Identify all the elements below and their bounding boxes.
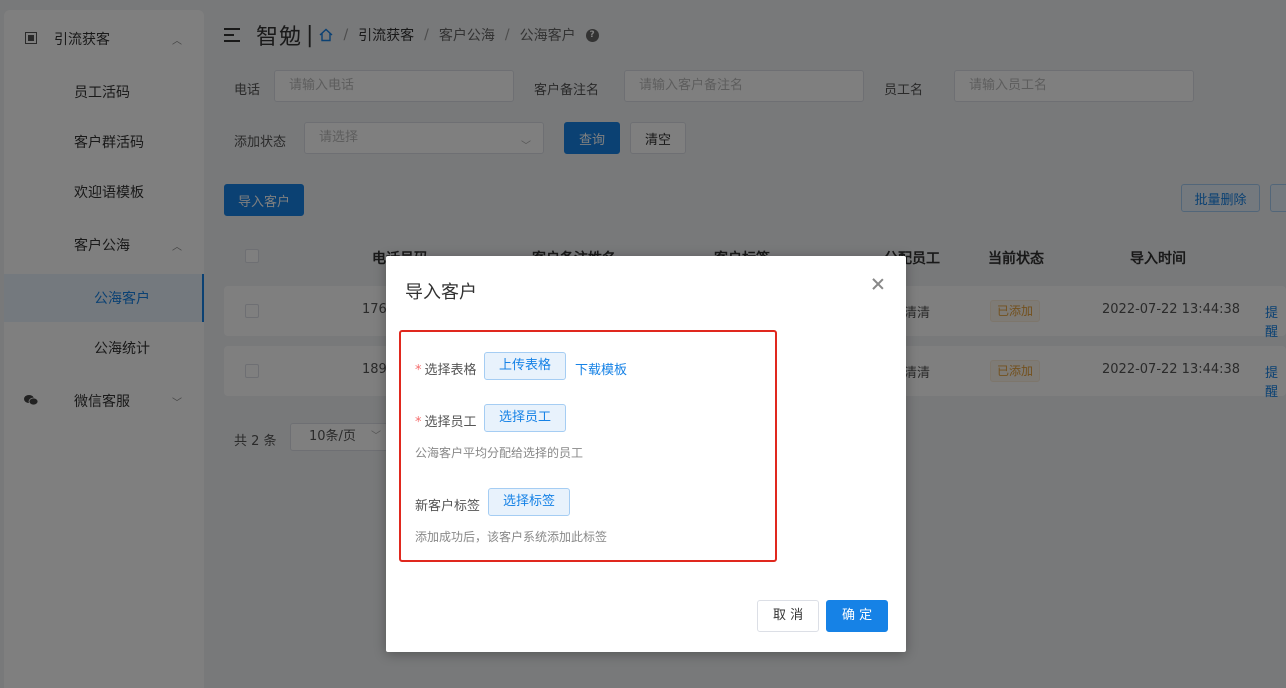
tag-hint: 添加成功后，该客户系统添加此标签 (415, 530, 608, 544)
select-sheet-label: * 选择表格 (415, 359, 477, 378)
select-employee-button[interactable]: 选择员工 (484, 404, 567, 432)
download-template-link[interactable]: 下载模板 (575, 359, 627, 378)
label-text: 选择表格 (424, 363, 477, 378)
required-mark: * (415, 363, 422, 378)
cancel-button[interactable]: 取 消 (757, 600, 820, 632)
close-icon[interactable] (870, 276, 886, 292)
employee-hint: 公海客户平均分配给选择的员工 (415, 446, 584, 460)
confirm-button[interactable]: 确 定 (826, 600, 889, 632)
label-text: 选择员工 (424, 415, 477, 430)
select-employee-label: * 选择员工 (415, 411, 477, 430)
import-customer-dialog: 导入客户 * 选择表格 上传表格 下载模板 * 选择员工 选择员工 公海客户平均分配… (386, 256, 906, 652)
required-mark: * (415, 415, 422, 430)
dialog-title: 导入客户 (405, 282, 477, 303)
upload-sheet-button[interactable]: 上传表格 (484, 352, 567, 380)
select-tag-button[interactable]: 选择标签 (488, 488, 571, 516)
new-customer-tag-label: 新客户标签 (415, 499, 481, 514)
